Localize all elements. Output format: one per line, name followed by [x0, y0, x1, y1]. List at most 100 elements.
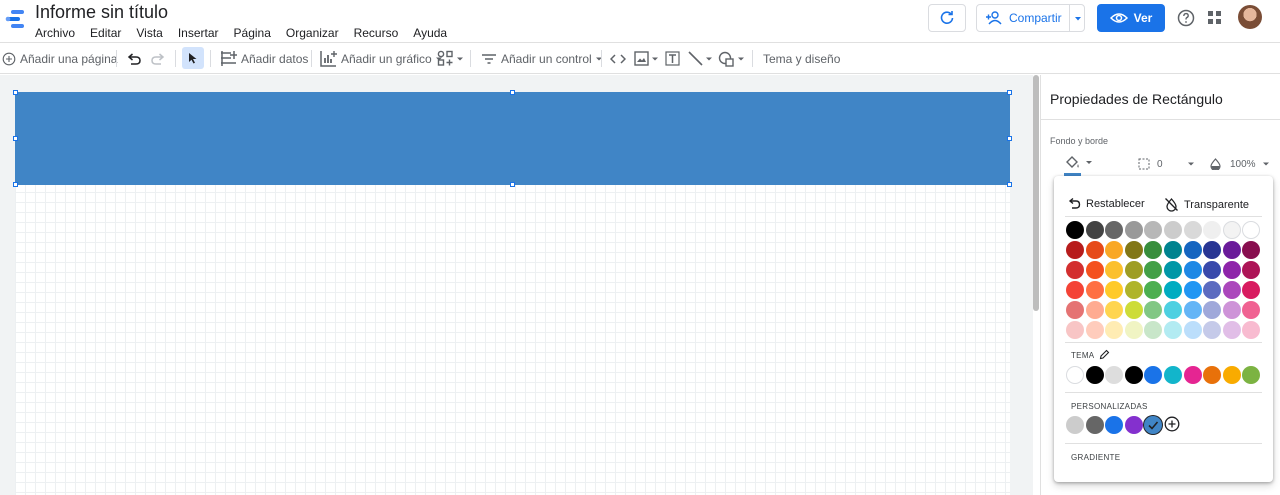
theme-swatch[interactable]	[1203, 366, 1221, 384]
palette-swatch[interactable]	[1164, 281, 1182, 299]
resize-handle-left[interactable]	[13, 136, 18, 141]
palette-swatch[interactable]	[1144, 281, 1162, 299]
resize-handle-top[interactable]	[510, 90, 515, 95]
add-chart-button[interactable]: Añadir un gráfico	[320, 43, 443, 74]
palette-swatch[interactable]	[1086, 281, 1104, 299]
palette-swatch[interactable]	[1242, 301, 1260, 319]
menu-pagina[interactable]: Página	[234, 26, 271, 40]
refresh-button[interactable]	[928, 4, 966, 32]
transparent-button[interactable]: Transparente	[1164, 197, 1249, 212]
palette-swatch[interactable]	[1125, 281, 1143, 299]
palette-swatch[interactable]	[1184, 281, 1202, 299]
palette-swatch[interactable]	[1125, 241, 1143, 259]
theme-swatch[interactable]	[1223, 366, 1241, 384]
image-button[interactable]	[634, 43, 659, 74]
custom-swatch[interactable]	[1086, 416, 1104, 434]
resize-handle-bottom-right[interactable]	[1007, 182, 1012, 187]
select-tool-button[interactable]	[182, 47, 204, 69]
palette-swatch[interactable]	[1066, 301, 1084, 319]
palette-swatch[interactable]	[1066, 281, 1084, 299]
palette-swatch[interactable]	[1242, 281, 1260, 299]
palette-swatch[interactable]	[1184, 221, 1202, 239]
menu-editar[interactable]: Editar	[90, 26, 121, 40]
palette-swatch[interactable]	[1203, 321, 1221, 339]
palette-swatch[interactable]	[1125, 221, 1143, 239]
palette-swatch[interactable]	[1223, 261, 1241, 279]
palette-swatch[interactable]	[1184, 241, 1202, 259]
palette-swatch[interactable]	[1164, 241, 1182, 259]
theme-swatch[interactable]	[1086, 366, 1104, 384]
add-page-button[interactable]: Añadir una página	[2, 43, 117, 74]
menu-organizar[interactable]: Organizar	[286, 26, 339, 40]
palette-swatch[interactable]	[1164, 301, 1182, 319]
embed-url-button[interactable]	[610, 43, 626, 74]
community-components-button[interactable]	[437, 43, 464, 74]
looker-studio-logo[interactable]	[4, 8, 26, 30]
resize-handle-top-left[interactable]	[13, 90, 18, 95]
palette-swatch[interactable]	[1223, 301, 1241, 319]
palette-swatch[interactable]	[1105, 281, 1123, 299]
help-icon[interactable]	[1177, 9, 1195, 27]
opacity-control[interactable]: 100%	[1210, 158, 1270, 170]
palette-swatch[interactable]	[1144, 221, 1162, 239]
menu-archivo[interactable]: Archivo	[35, 26, 75, 40]
palette-swatch[interactable]	[1223, 321, 1241, 339]
palette-swatch[interactable]	[1203, 241, 1221, 259]
palette-swatch[interactable]	[1164, 321, 1182, 339]
custom-swatch[interactable]	[1144, 416, 1162, 434]
redo-button[interactable]	[150, 43, 166, 74]
menu-ayuda[interactable]: Ayuda	[413, 26, 447, 40]
share-options-caret[interactable]	[1073, 13, 1083, 27]
palette-swatch[interactable]	[1105, 321, 1123, 339]
palette-swatch[interactable]	[1105, 261, 1123, 279]
palette-swatch[interactable]	[1223, 281, 1241, 299]
text-box-button[interactable]	[665, 43, 680, 74]
theme-swatch[interactable]	[1105, 366, 1123, 384]
theme-swatch[interactable]	[1184, 366, 1202, 384]
palette-swatch[interactable]	[1125, 321, 1143, 339]
reset-button[interactable]: Restablecer	[1067, 197, 1145, 210]
resize-handle-right[interactable]	[1007, 136, 1012, 141]
palette-swatch[interactable]	[1105, 301, 1123, 319]
palette-swatch[interactable]	[1105, 221, 1123, 239]
palette-swatch[interactable]	[1242, 261, 1260, 279]
palette-swatch[interactable]	[1144, 261, 1162, 279]
custom-swatch[interactable]	[1105, 416, 1123, 434]
theme-swatch[interactable]	[1144, 366, 1162, 384]
add-custom-color-button[interactable]	[1163, 415, 1181, 433]
palette-swatch[interactable]	[1105, 241, 1123, 259]
palette-swatch[interactable]	[1242, 241, 1260, 259]
palette-swatch[interactable]	[1203, 261, 1221, 279]
theme-layout-button[interactable]: Tema y diseño	[763, 43, 840, 74]
palette-swatch[interactable]	[1086, 301, 1104, 319]
palette-swatch[interactable]	[1144, 241, 1162, 259]
shape-button[interactable]	[718, 43, 745, 74]
menu-insertar[interactable]: Insertar	[178, 26, 219, 40]
palette-swatch[interactable]	[1203, 221, 1221, 239]
theme-swatch[interactable]	[1066, 366, 1084, 384]
palette-swatch[interactable]	[1086, 261, 1104, 279]
palette-swatch[interactable]	[1184, 301, 1202, 319]
palette-swatch[interactable]	[1242, 221, 1260, 239]
palette-swatch[interactable]	[1164, 261, 1182, 279]
undo-button[interactable]	[126, 43, 142, 74]
apps-grid-icon[interactable]	[1208, 11, 1222, 25]
add-data-button[interactable]: Añadir datos	[220, 43, 308, 74]
palette-swatch[interactable]	[1125, 261, 1143, 279]
share-button[interactable]: Compartir	[976, 4, 1085, 32]
palette-swatch[interactable]	[1066, 241, 1084, 259]
view-button[interactable]: Ver	[1097, 4, 1165, 32]
menu-vista[interactable]: Vista	[136, 26, 162, 40]
palette-swatch[interactable]	[1242, 321, 1260, 339]
palette-swatch[interactable]	[1184, 261, 1202, 279]
menu-recurso[interactable]: Recurso	[354, 26, 399, 40]
palette-swatch[interactable]	[1125, 301, 1143, 319]
border-width-control[interactable]: 0	[1138, 158, 1195, 170]
palette-swatch[interactable]	[1066, 261, 1084, 279]
custom-swatch[interactable]	[1125, 416, 1143, 434]
theme-swatch[interactable]	[1125, 366, 1143, 384]
resize-handle-bottom[interactable]	[510, 182, 515, 187]
palette-swatch[interactable]	[1223, 241, 1241, 259]
palette-swatch[interactable]	[1203, 301, 1221, 319]
palette-swatch[interactable]	[1086, 221, 1104, 239]
